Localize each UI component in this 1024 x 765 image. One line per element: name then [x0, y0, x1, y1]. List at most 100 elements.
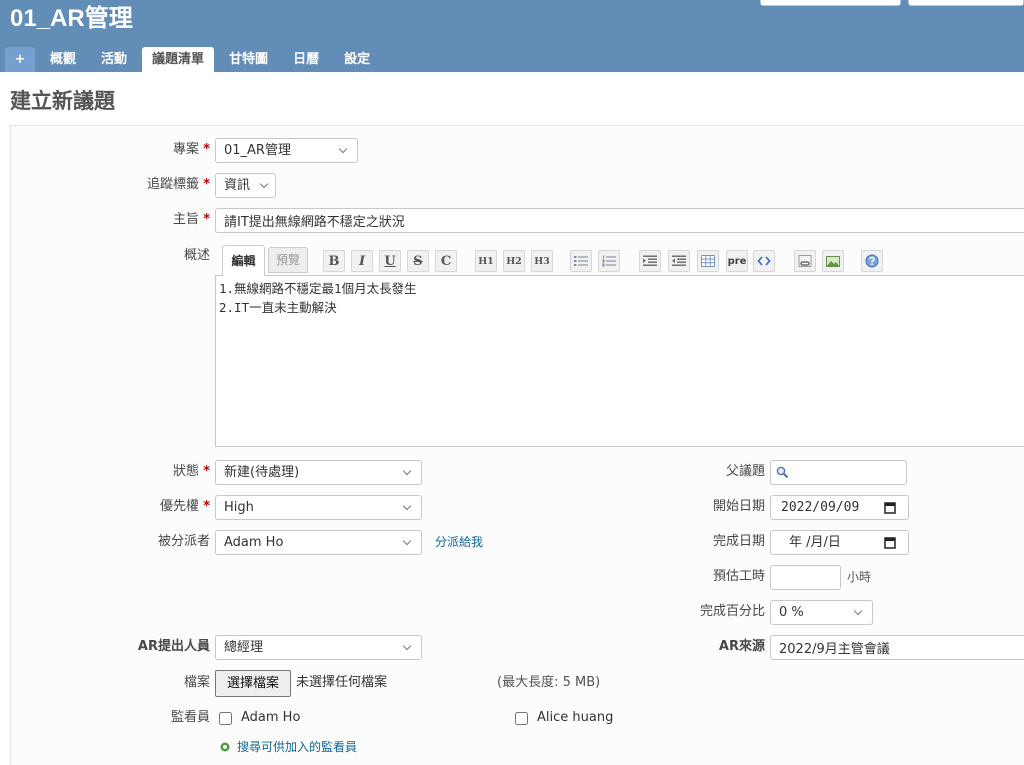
heading3-button[interactable]: H3	[531, 250, 553, 272]
project-title: 01_AR管理	[10, 5, 133, 32]
tracker-select[interactable]: 資訊	[215, 173, 276, 198]
wiki-link-icon	[798, 255, 812, 267]
ar-requester-label: AR提出人員	[137, 639, 210, 654]
due-date-input[interactable]: 年 /月/日	[770, 530, 909, 555]
italic-icon: I	[358, 253, 366, 269]
watcher-name: Alice huang	[537, 710, 614, 725]
assign-to-me-link[interactable]: 分派給我	[435, 532, 483, 552]
table-icon	[701, 255, 715, 267]
project-jump-select[interactable]	[908, 0, 1024, 6]
chevron-down-icon	[402, 536, 412, 546]
preformatted-button[interactable]: pre	[726, 250, 748, 272]
tracker-select-value: 資訊	[224, 178, 251, 193]
search-icon	[776, 466, 789, 479]
heading2-icon: H2	[506, 255, 522, 267]
required-mark: *	[203, 142, 210, 157]
start-date-input[interactable]: 2022/09/09	[770, 495, 909, 520]
chevron-down-icon	[402, 641, 412, 651]
ar-source-input[interactable]	[770, 635, 1024, 660]
ordered-list-button[interactable]	[598, 250, 620, 272]
tab-issues[interactable]: 議題清單	[142, 47, 215, 72]
chevron-down-icon	[259, 179, 269, 189]
tab-overview[interactable]: 概觀	[40, 47, 86, 72]
quick-search-input[interactable]	[760, 0, 901, 6]
new-object-tab[interactable]: +	[5, 47, 35, 72]
search-watchers-link[interactable]: 搜尋可供加入的監看員	[237, 737, 357, 757]
ar-source-label: AR來源	[718, 639, 765, 654]
chevron-down-icon	[402, 466, 412, 476]
watcher-name: Adam Ho	[241, 710, 301, 725]
chevron-down-icon	[402, 501, 412, 511]
underline-icon: U	[384, 253, 396, 269]
file-status-text: 未選擇任何檔案	[296, 675, 388, 690]
code-highlight-button[interactable]	[753, 250, 775, 272]
required-mark: *	[203, 464, 210, 479]
start-date-value: 2022/09/09	[781, 500, 860, 515]
watcher-checkbox-alice-huang[interactable]	[515, 712, 528, 725]
watcher-checkbox-adam-ho[interactable]	[219, 712, 232, 725]
tab-gantt[interactable]: 甘特圖	[219, 47, 278, 72]
heading2-button[interactable]: H2	[503, 250, 525, 272]
done-ratio-select-value: 0 %	[779, 605, 804, 620]
table-button[interactable]	[697, 250, 719, 272]
due-date-label: 完成日期	[712, 534, 765, 549]
description-label: 概述	[183, 248, 210, 263]
ordered-list-icon	[602, 255, 616, 267]
files-label: 檔案	[183, 675, 210, 690]
underline-button[interactable]: U	[379, 250, 401, 272]
status-label: 狀態 *	[10, 462, 210, 482]
project-select[interactable]: 01_AR管理	[215, 138, 358, 163]
bold-icon: B	[328, 253, 340, 269]
estimated-time-input[interactable]	[770, 565, 841, 590]
done-ratio-label: 完成百分比	[699, 604, 765, 619]
add-icon	[220, 742, 230, 752]
assignee-select[interactable]: Adam Ho	[215, 530, 422, 555]
priority-label: 優先權 *	[10, 497, 210, 517]
help-button[interactable]	[861, 250, 883, 272]
calendar-icon[interactable]	[884, 501, 896, 514]
done-ratio-select[interactable]: 0 %	[770, 600, 873, 625]
ar-requester-select[interactable]: 總經理	[215, 635, 422, 660]
unblockquote-button[interactable]	[668, 250, 690, 272]
calendar-icon[interactable]	[884, 536, 896, 549]
required-mark: *	[203, 212, 210, 227]
inline-code-button[interactable]: C	[435, 250, 457, 272]
parent-issue-input[interactable]	[770, 460, 907, 485]
heading3-icon: H3	[534, 255, 550, 267]
page-title: 建立新議題	[10, 89, 115, 113]
bold-button[interactable]: B	[323, 250, 345, 272]
required-mark: *	[203, 177, 210, 192]
chevron-down-icon	[338, 144, 348, 154]
tracker-label-text: 追蹤標籤	[147, 177, 200, 192]
blockquote-icon	[643, 255, 657, 266]
tab-settings[interactable]: 設定	[334, 47, 380, 72]
max-size-text: (最大長度: 5 MB)	[497, 675, 601, 690]
top-header: 01_AR管理 + 概觀 活動 議題清單 甘特圖 日曆 設定	[0, 0, 1024, 72]
unblockquote-icon	[672, 255, 686, 266]
unordered-list-button[interactable]	[570, 250, 592, 272]
tab-activity[interactable]: 活動	[91, 47, 137, 72]
tab-calendar[interactable]: 日曆	[283, 47, 329, 72]
strikethrough-button[interactable]: S	[407, 250, 429, 272]
choose-file-button[interactable]: 選擇檔案	[215, 670, 291, 697]
subject-input[interactable]	[215, 208, 1024, 233]
help-icon	[865, 254, 879, 268]
subject-label-text: 主旨	[173, 212, 200, 227]
strikethrough-icon: S	[413, 253, 423, 269]
status-select[interactable]: 新建(待處理)	[215, 460, 422, 485]
blockquote-button[interactable]	[639, 250, 661, 272]
code-highlight-icon	[757, 256, 771, 266]
tracker-label: 追蹤標籤 *	[10, 175, 210, 195]
estimated-time-unit: 小時	[847, 570, 872, 584]
description-textarea[interactable]: 1.無線網路不穩定最1個月太長發生 2.IT一直未主動解決	[215, 275, 1024, 447]
image-icon	[826, 256, 840, 267]
priority-select[interactable]: High	[215, 495, 422, 520]
inline-code-icon: C	[440, 253, 452, 269]
heading1-button[interactable]: H1	[475, 250, 497, 272]
description-preview-tab[interactable]: 預覽	[268, 247, 308, 273]
description-edit-tab[interactable]: 編輯	[222, 245, 265, 276]
image-button[interactable]	[822, 250, 844, 272]
subject-label: 主旨 *	[10, 210, 210, 230]
italic-button[interactable]: I	[351, 250, 373, 272]
wiki-link-button[interactable]	[794, 250, 816, 272]
